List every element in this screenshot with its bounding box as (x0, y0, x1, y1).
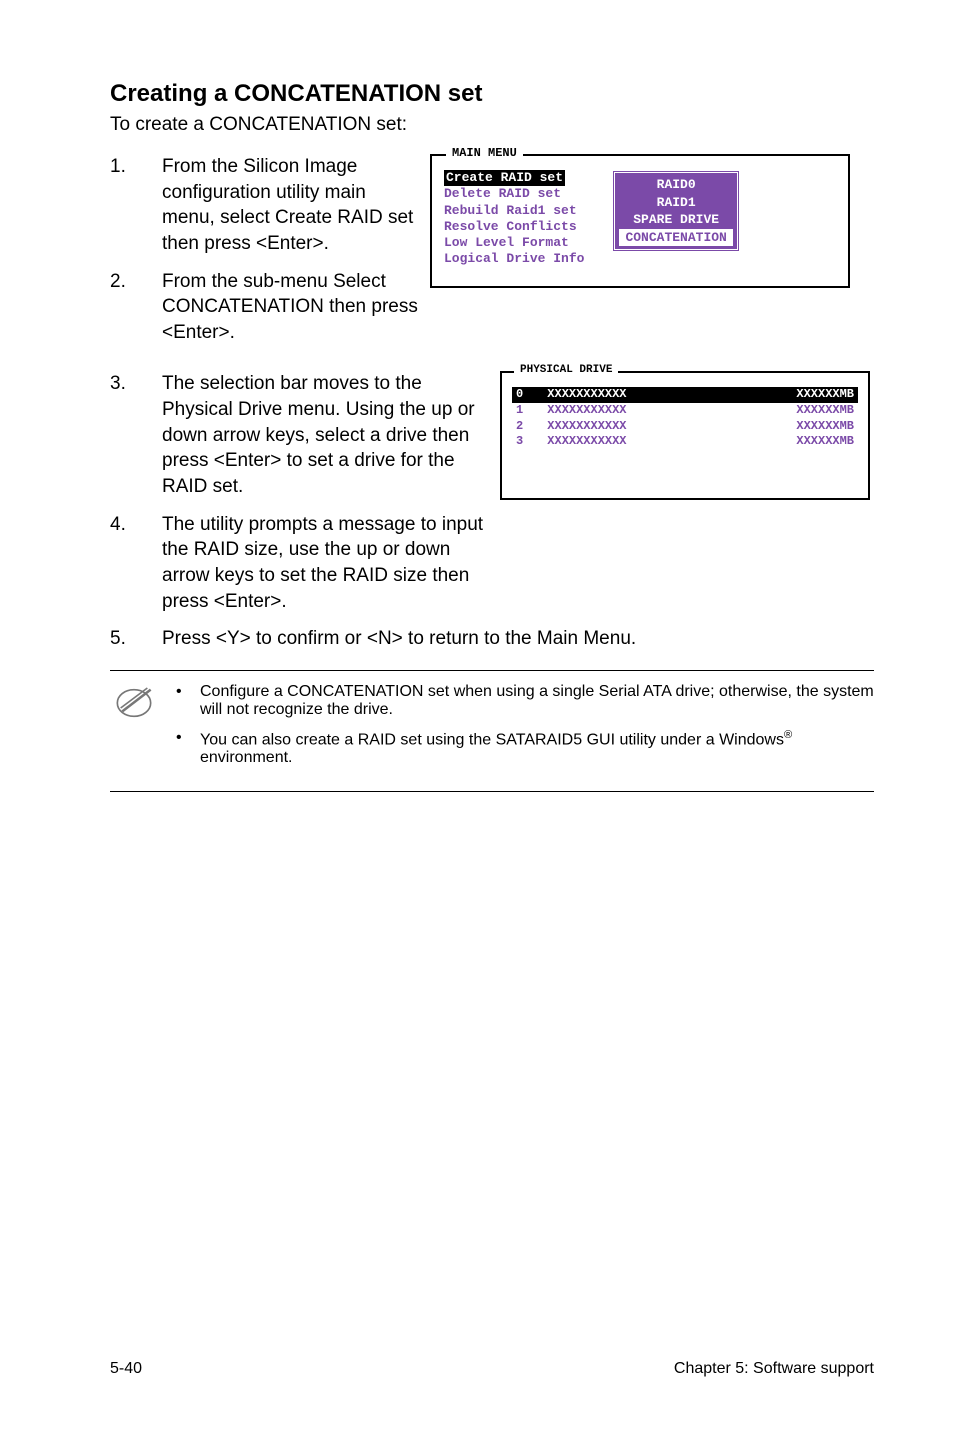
bios-menu-item-selected: Create RAID set (444, 170, 565, 186)
step-number: 4. (110, 512, 162, 615)
drive-index: 2 (512, 419, 543, 435)
bios-submenu: RAID0 RAID1 SPARE DRIVE CONCATENATION (612, 170, 739, 252)
note-bullet-2: • You can also create a RAID set using t… (176, 729, 874, 767)
physical-drive-table: 0 XXXXXXXXXXX XXXXXXMB 1 XXXXXXXXXXX XXX… (512, 387, 858, 449)
step-number: 3. (110, 371, 162, 499)
drive-index: 0 (512, 387, 543, 403)
step-number: 2. (110, 269, 162, 346)
note-block: • Configure a CONCATENATION set when usi… (110, 670, 874, 792)
bullet-dot: • (176, 729, 200, 767)
intro-text: To create a CONCATENATION set: (110, 114, 874, 136)
drive-size: XXXXXXMB (723, 434, 858, 450)
step-5: 5. Press <Y> to confirm or <N> to return… (110, 626, 874, 652)
bios-menu-item: Low Level Format (444, 235, 584, 251)
drive-name: XXXXXXXXXXX (543, 434, 723, 450)
note-text: Configure a CONCATENATION set when using… (200, 683, 874, 719)
chapter-label: Chapter 5: Software support (674, 1360, 874, 1378)
registered-mark: ® (784, 729, 792, 741)
bios-menu-item: Delete RAID set (444, 186, 584, 202)
table-row: 3 XXXXXXXXXXX XXXXXXMB (512, 434, 858, 450)
table-row: 2 XXXXXXXXXXX XXXXXXMB (512, 419, 858, 435)
bios-submenu-item: RAID0 (657, 177, 696, 192)
step-3: 3. The selection bar moves to the Physic… (110, 371, 488, 499)
note-text-part: You can also create a RAID set using the… (200, 731, 784, 748)
step-text: From the Silicon Image configuration uti… (162, 154, 420, 257)
bios-panel-title: PHYSICAL DRIVE (514, 364, 618, 376)
table-row-selected: 0 XXXXXXXXXXX XXXXXXMB (512, 387, 858, 403)
step-4: 4. The utility prompts a message to inpu… (110, 512, 488, 615)
bios-submenu-item: SPARE DRIVE (633, 212, 719, 227)
bios-submenu-item: RAID1 (657, 195, 696, 210)
step-text: The utility prompts a message to input t… (162, 512, 488, 615)
step-2: 2. From the sub-menu Select CONCATENATIO… (110, 269, 420, 346)
section-heading: Creating a CONCATENATION set (110, 80, 874, 108)
bios-menu-list: Create RAID set Delete RAID set Rebuild … (444, 170, 584, 268)
drive-name: XXXXXXXXXXX (543, 403, 723, 419)
bios-menu-item: Resolve Conflicts (444, 219, 584, 235)
drive-index: 3 (512, 434, 543, 450)
bios-physical-drive-panel: PHYSICAL DRIVE 0 XXXXXXXXXXX XXXXXXMB 1 … (500, 371, 870, 499)
bios-menu-item: Logical Drive Info (444, 251, 584, 267)
note-bullet-1: • Configure a CONCATENATION set when usi… (176, 683, 874, 719)
step-text: From the sub-menu Select CONCATENATION t… (162, 269, 420, 346)
note-text-part: environment. (200, 749, 293, 766)
page-number: 5-40 (110, 1360, 142, 1378)
step-number: 5. (110, 626, 162, 652)
bios-submenu-item-selected: CONCATENATION (619, 229, 732, 247)
step-1: 1. From the Silicon Image configuration … (110, 154, 420, 257)
bios-menu-item: Rebuild Raid1 set (444, 203, 584, 219)
table-row: 1 XXXXXXXXXXX XXXXXXMB (512, 403, 858, 419)
step-text: Press <Y> to confirm or <N> to return to… (162, 626, 874, 652)
drive-size: XXXXXXMB (723, 387, 858, 403)
bullet-dot: • (176, 683, 200, 719)
step-number: 1. (110, 154, 162, 257)
step-text: The selection bar moves to the Physical … (162, 371, 488, 499)
bios-panel-title: MAIN MENU (446, 146, 523, 160)
note-text: You can also create a RAID set using the… (200, 729, 874, 767)
drive-name: XXXXXXXXXXX (543, 419, 723, 435)
drive-size: XXXXXXMB (723, 403, 858, 419)
drive-name: XXXXXXXXXXX (543, 387, 723, 403)
note-icon (110, 683, 158, 728)
drive-size: XXXXXXMB (723, 419, 858, 435)
drive-index: 1 (512, 403, 543, 419)
bios-main-menu-panel: MAIN MENU Create RAID set Delete RAID se… (430, 154, 850, 288)
